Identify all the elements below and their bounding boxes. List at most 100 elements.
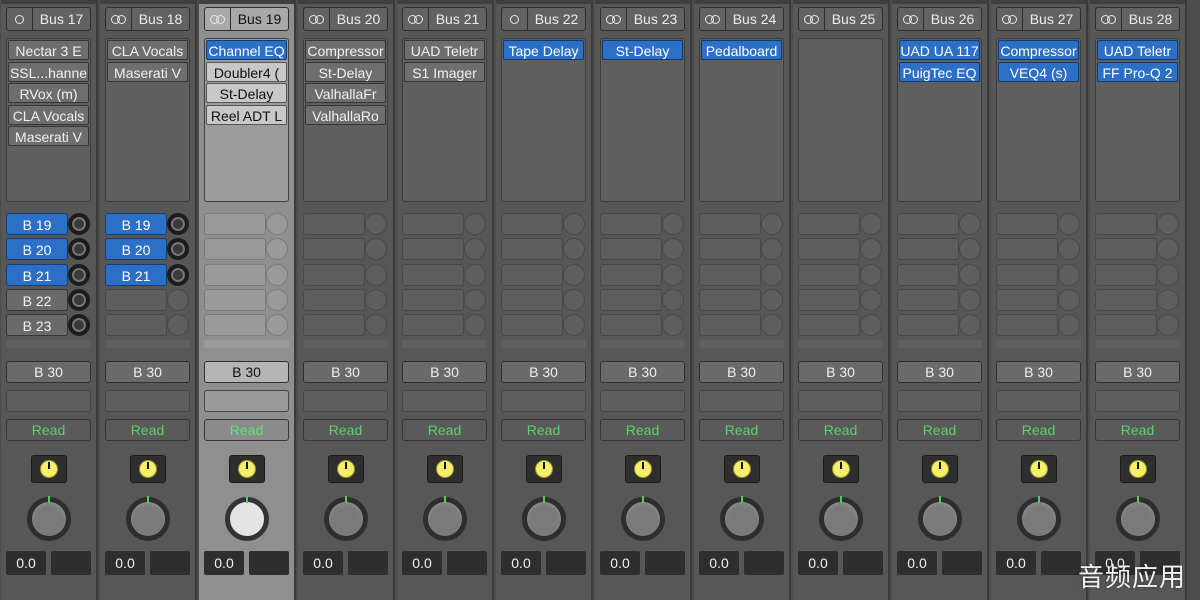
output-button[interactable]: B 30 — [303, 361, 388, 383]
send-button[interactable]: B 19 — [6, 213, 68, 235]
volume-readout[interactable]: 0.0 — [6, 551, 46, 575]
send-button[interactable] — [1095, 314, 1157, 337]
automation-mode-button[interactable]: Read — [897, 419, 982, 441]
channel-header[interactable]: Bus 17 — [6, 7, 91, 31]
send-button[interactable] — [303, 213, 365, 235]
volume-readout[interactable]: 0.0 — [402, 551, 442, 575]
send-row[interactable] — [798, 263, 883, 286]
send-level-knob[interactable] — [68, 213, 90, 235]
peak-readout[interactable] — [51, 551, 91, 575]
send-row[interactable] — [501, 288, 586, 311]
send-level-knob[interactable] — [266, 238, 288, 261]
input-gain-button[interactable] — [30, 455, 67, 483]
send-level-knob[interactable] — [167, 238, 189, 261]
send-button[interactable] — [402, 263, 464, 286]
group-slot[interactable] — [501, 390, 586, 412]
channel-strip[interactable]: Bus 24 Pedalboard B 30 Read 0.0 — [694, 0, 791, 600]
send-row[interactable]: B 22 — [6, 288, 91, 311]
send-button[interactable] — [501, 288, 563, 311]
output-button[interactable]: B 30 — [798, 361, 883, 383]
channel-header[interactable]: Bus 18 — [105, 7, 190, 31]
volume-readout[interactable]: 0.0 — [501, 551, 541, 575]
send-button[interactable]: B 19 — [105, 213, 167, 235]
send-button[interactable] — [600, 213, 662, 235]
automation-mode-button[interactable]: Read — [699, 419, 784, 441]
send-row[interactable] — [303, 213, 388, 235]
send-row[interactable] — [798, 288, 883, 311]
input-gain-button[interactable] — [624, 455, 661, 483]
input-gain-button[interactable] — [327, 455, 364, 483]
insert-slot[interactable]: ValhallaRo — [305, 104, 386, 125]
automation-mode-button[interactable]: Read — [105, 419, 190, 441]
volume-readout[interactable]: 0.0 — [897, 551, 937, 575]
send-row[interactable] — [600, 263, 685, 286]
send-button[interactable] — [402, 238, 464, 261]
volume-readout[interactable]: 0.0 — [996, 551, 1036, 575]
send-row[interactable] — [501, 314, 586, 337]
pan-knob[interactable] — [422, 497, 467, 541]
send-button[interactable] — [105, 288, 167, 311]
volume-readout[interactable]: 0.0 — [303, 551, 343, 575]
send-row[interactable] — [798, 238, 883, 261]
channel-strip[interactable]: Bus 21 UAD Teletr S1 Imager B 30 Read 0.0 — [397, 0, 494, 600]
send-level-knob[interactable] — [266, 288, 288, 311]
send-button[interactable] — [897, 288, 959, 311]
send-level-knob[interactable] — [266, 213, 288, 235]
group-slot[interactable] — [600, 390, 685, 412]
insert-slot[interactable]: St-Delay — [206, 83, 287, 104]
send-level-knob[interactable] — [68, 263, 90, 286]
send-level-knob[interactable] — [1058, 238, 1080, 261]
peak-readout[interactable] — [1041, 551, 1081, 575]
output-button[interactable]: B 30 — [204, 361, 289, 383]
output-button[interactable]: B 30 — [897, 361, 982, 383]
output-button[interactable]: B 30 — [1095, 361, 1180, 383]
send-level-knob[interactable] — [266, 263, 288, 286]
link-icon[interactable] — [601, 8, 627, 30]
send-level-knob[interactable] — [563, 314, 585, 337]
group-slot[interactable] — [204, 390, 289, 412]
send-button[interactable] — [105, 314, 167, 337]
send-level-knob[interactable] — [365, 213, 387, 235]
send-row[interactable] — [303, 263, 388, 286]
insert-slot[interactable]: UAD UA 117 — [899, 40, 980, 60]
send-level-knob[interactable] — [860, 288, 882, 311]
send-row[interactable] — [402, 263, 487, 286]
send-button[interactable] — [798, 213, 860, 235]
send-button[interactable] — [1095, 238, 1157, 261]
send-level-knob[interactable] — [167, 288, 189, 311]
send-row[interactable] — [699, 213, 784, 235]
send-row[interactable] — [699, 238, 784, 261]
automation-mode-button[interactable]: Read — [600, 419, 685, 441]
send-row[interactable] — [1095, 288, 1180, 311]
channel-header[interactable]: Bus 22 — [501, 7, 586, 31]
peak-readout[interactable] — [348, 551, 388, 575]
input-gain-button[interactable] — [1119, 455, 1156, 483]
send-level-knob[interactable] — [959, 213, 981, 235]
output-button[interactable]: B 30 — [699, 361, 784, 383]
send-row[interactable] — [699, 288, 784, 311]
send-level-knob[interactable] — [761, 288, 783, 311]
send-row[interactable] — [204, 238, 289, 261]
link-icon[interactable] — [700, 8, 726, 30]
send-level-knob[interactable] — [860, 314, 882, 337]
send-button[interactable] — [204, 288, 266, 311]
peak-readout[interactable] — [645, 551, 685, 575]
volume-readout[interactable]: 0.0 — [204, 551, 244, 575]
pan-knob[interactable] — [917, 497, 962, 541]
link-icon[interactable] — [7, 8, 33, 30]
pan-knob[interactable] — [26, 497, 71, 541]
input-gain-button[interactable] — [129, 455, 166, 483]
send-row[interactable] — [897, 263, 982, 286]
send-slot-empty[interactable] — [600, 340, 685, 348]
automation-mode-button[interactable]: Read — [1095, 419, 1180, 441]
insert-slot[interactable]: Channel EQ — [206, 40, 287, 60]
insert-slot[interactable]: RVox (m) — [8, 83, 89, 104]
send-level-knob[interactable] — [959, 263, 981, 286]
insert-slots[interactable] — [798, 38, 883, 202]
send-button[interactable]: B 20 — [6, 238, 68, 261]
send-row[interactable] — [897, 288, 982, 311]
insert-slots[interactable]: CLA Vocals Maserati V — [105, 38, 190, 202]
channel-header[interactable]: Bus 19 — [204, 7, 289, 31]
peak-readout[interactable] — [546, 551, 586, 575]
send-row[interactable] — [402, 314, 487, 337]
